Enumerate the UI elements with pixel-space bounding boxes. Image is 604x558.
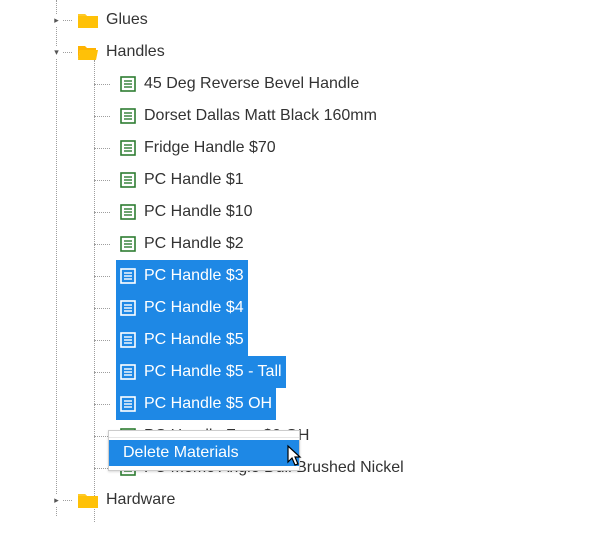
tree-item-label: PC Handle $10 (144, 203, 253, 221)
folder-icon (78, 492, 98, 508)
tree-item-label: PC Handle $3 (144, 267, 244, 285)
tree-item-row[interactable]: PC Handle $2 (0, 228, 604, 260)
tree-item-row[interactable]: PC Handle $5 - Tall (0, 356, 604, 388)
material-item-icon (120, 76, 136, 92)
tree-item-row[interactable]: Fridge Handle $70 (0, 132, 604, 164)
tree-folder-row[interactable]: ▸ Hardware (0, 484, 604, 516)
tree-item-label: PC Handle $2 (144, 235, 244, 253)
tree-item-row[interactable]: PC Handle $4 (0, 292, 604, 324)
material-item-icon (120, 396, 136, 412)
tree-item-row[interactable]: 45 Deg Reverse Bevel Handle (0, 68, 604, 100)
material-tree[interactable]: ▸ Glues ▾ Handles 45 Deg Reverse Bevel H… (0, 0, 604, 516)
folder-label: Hardware (106, 491, 175, 509)
tree-item-label: PC Handle $5 OH (144, 395, 272, 413)
tree-item-label: PC Handle $5 (144, 331, 244, 349)
tree-item-row[interactable]: PC Handle $10 (0, 196, 604, 228)
material-item-icon (120, 332, 136, 348)
tree-folder-row[interactable]: ▸ Glues (0, 4, 604, 36)
expand-toggle[interactable]: ▸ (51, 15, 62, 26)
tree-item-row[interactable]: PC Handle $3 (0, 260, 604, 292)
material-item-icon (120, 300, 136, 316)
context-menu[interactable]: Delete Materials (108, 430, 300, 471)
material-item-icon (120, 268, 136, 284)
material-item-icon (120, 236, 136, 252)
folder-open-icon (78, 44, 98, 60)
folder-label: Glues (106, 11, 148, 29)
material-item-icon (120, 172, 136, 188)
tree-item-row[interactable]: PC Handle Free $0 OH (0, 420, 604, 452)
tree-item-label: 45 Deg Reverse Bevel Handle (144, 75, 359, 93)
material-item-icon (120, 204, 136, 220)
menu-separator (109, 437, 299, 438)
tree-item-row[interactable]: PC Handle $5 OH (0, 388, 604, 420)
tree-item-row[interactable]: PC Momo Angle Dull Brushed Nickel (0, 452, 604, 484)
folder-icon (78, 12, 98, 28)
collapse-toggle[interactable]: ▾ (51, 47, 62, 58)
tree-item-label: PC Handle $5 - Tall (144, 363, 282, 381)
folder-label: Handles (106, 43, 165, 61)
tree-item-row[interactable]: PC Handle $5 (0, 324, 604, 356)
menu-item-delete-materials[interactable]: Delete Materials (109, 440, 299, 466)
material-item-icon (120, 140, 136, 156)
material-item-icon (120, 364, 136, 380)
tree-item-label: Fridge Handle $70 (144, 139, 276, 157)
expand-toggle[interactable]: ▸ (51, 495, 62, 506)
tree-folder-row[interactable]: ▾ Handles (0, 36, 604, 68)
tree-item-row[interactable]: PC Handle $1 (0, 164, 604, 196)
tree-item-label: PC Handle $4 (144, 299, 244, 317)
tree-item-label: PC Handle $1 (144, 171, 244, 189)
tree-item-label: Dorset Dallas Matt Black 160mm (144, 107, 377, 125)
menu-item-label: Delete Materials (123, 444, 239, 461)
material-item-icon (120, 108, 136, 124)
tree-item-row[interactable]: Dorset Dallas Matt Black 160mm (0, 100, 604, 132)
